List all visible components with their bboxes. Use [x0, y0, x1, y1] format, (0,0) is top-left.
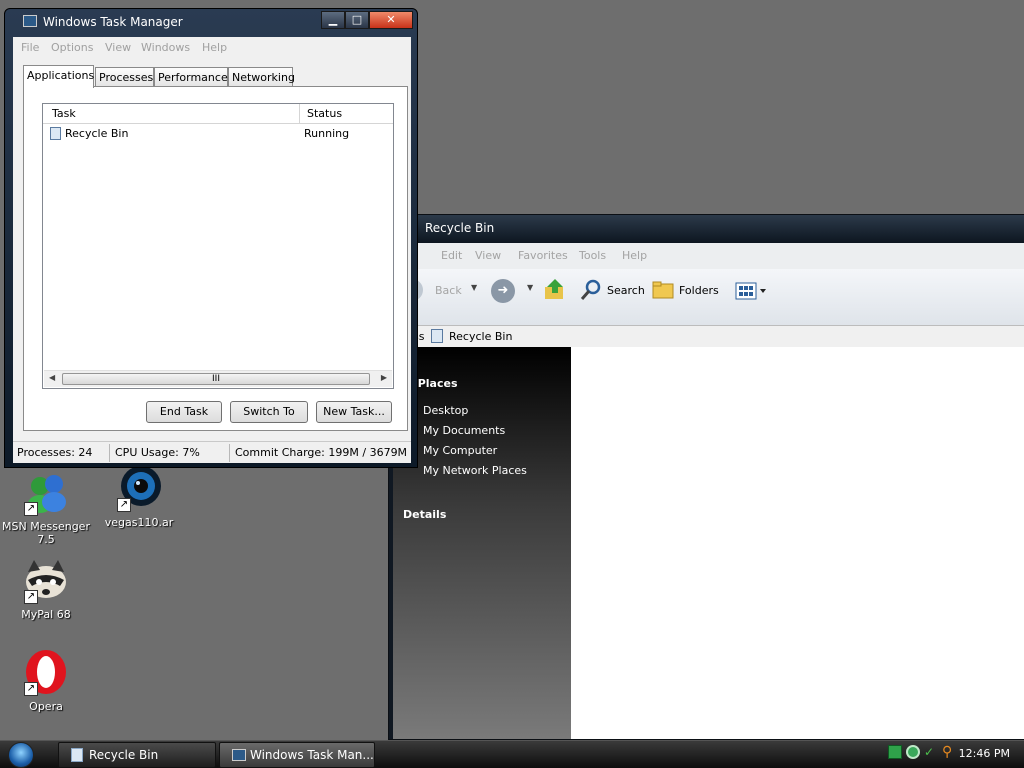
maximize-button[interactable]: □: [345, 11, 369, 29]
column-divider: [299, 104, 300, 124]
opera-icon: ↗: [22, 648, 70, 696]
menu-options[interactable]: Options: [51, 41, 93, 54]
taskbar-button-label: Windows Task Man...: [250, 748, 374, 762]
search-button[interactable]: Search: [579, 278, 645, 302]
tab-networking[interactable]: Networking: [228, 67, 295, 87]
desktop-icon-label: Opera: [29, 700, 63, 713]
desktop-icon-label: vegas110.ar: [104, 516, 174, 529]
menu-help[interactable]: Help: [202, 41, 227, 54]
desktop-icon-mypal[interactable]: ↗ MyPal 68: [1, 556, 91, 621]
forward-dropdown-icon[interactable]: ▼: [527, 283, 533, 292]
new-task-button[interactable]: New Task...: [316, 401, 392, 423]
clock[interactable]: 12:46 PM: [959, 747, 1010, 760]
taskbar: Recycle Bin Windows Task Man... ✓ ⚲ 12:4…: [0, 740, 1024, 768]
link-my-computer[interactable]: My Computer: [423, 444, 497, 457]
desktop-icon-msn[interactable]: ↗ MSN Messenger 7.5: [1, 468, 91, 546]
end-task-button[interactable]: End Task: [146, 401, 222, 423]
views-grid-icon: [735, 282, 766, 300]
link-my-network-places[interactable]: My Network Places: [423, 464, 527, 477]
menu-edit[interactable]: Edit: [441, 249, 462, 262]
tray-search-icon[interactable]: ⚲: [942, 745, 956, 759]
back-dropdown-icon[interactable]: ▼: [471, 283, 477, 292]
menu-tools[interactable]: Tools: [579, 249, 606, 262]
explorer-title: Recycle Bin: [425, 221, 495, 235]
taskbar-button-task-manager[interactable]: Windows Task Man...: [219, 742, 375, 768]
taskbar-button-recycle-bin[interactable]: Recycle Bin: [58, 742, 216, 768]
shortcut-arrow-icon: ↗: [24, 682, 38, 696]
tab-performance[interactable]: Performance: [154, 67, 228, 87]
close-button[interactable]: ✕: [369, 11, 413, 29]
shortcut-arrow-icon: ↗: [24, 502, 38, 516]
task-name: Recycle Bin: [65, 127, 129, 140]
views-button[interactable]: [735, 281, 769, 301]
link-my-documents[interactable]: My Documents: [423, 424, 505, 437]
scrollbar-thumb[interactable]: III: [62, 373, 370, 385]
menu-file[interactable]: File: [21, 41, 39, 54]
up-arrow-folder-icon: [545, 279, 563, 299]
desktop-icon-label: MSN Messenger 7.5: [2, 520, 90, 546]
raccoon-icon: ↗: [22, 556, 70, 604]
taskbar-button-label: Recycle Bin: [89, 748, 159, 762]
task-list[interactable]: Task Status Recycle Bin Running ◀ III ▶: [42, 103, 394, 389]
task-list-header: Task Status: [43, 104, 393, 124]
applications-panel: Task Status Recycle Bin Running ◀ III ▶ …: [23, 86, 408, 431]
horizontal-scrollbar[interactable]: ◀ III ▶: [44, 370, 392, 387]
shortcut-arrow-icon: ↗: [117, 498, 131, 512]
column-status[interactable]: Status: [307, 107, 342, 120]
vegas-camera-icon: ↗: [115, 464, 163, 512]
task-manager-client: File Options View Windows Help Applicati…: [13, 37, 411, 463]
menu-favorites[interactable]: Favorites: [518, 249, 568, 262]
start-button[interactable]: [8, 742, 34, 768]
task-manager-icon: [232, 749, 246, 761]
explorer-toolbar: Back ▼ ➜ ▼ Search Folders: [393, 269, 1024, 325]
shortcut-arrow-icon: ↗: [24, 590, 38, 604]
table-row[interactable]: Recycle Bin Running: [43, 125, 393, 143]
desktop-icon-vegas[interactable]: ↗ vegas110.ar: [94, 464, 184, 529]
tab-processes[interactable]: Processes: [95, 67, 154, 87]
task-status: Running: [304, 127, 350, 140]
status-bar: Processes: 24 CPU Usage: 7% Commit Charg…: [13, 441, 411, 463]
desktop-icon-opera[interactable]: ↗ Opera: [1, 648, 91, 713]
link-desktop[interactable]: Desktop: [423, 404, 468, 417]
explorer-title-bar[interactable]: Recycle Bin: [389, 215, 1024, 243]
explorer-menu-bar: Edit View Favorites Tools Help: [393, 243, 1024, 269]
task-manager-icon: [23, 15, 37, 27]
explorer-window[interactable]: Recycle Bin Edit View Favorites Tools He…: [388, 214, 1024, 740]
details-title[interactable]: Details: [403, 508, 446, 521]
scroll-right-icon[interactable]: ▶: [381, 373, 387, 382]
status-processes: Processes: 24: [17, 446, 93, 459]
address-bar: dress Recycle Bin: [393, 325, 1024, 347]
tray-network-icon[interactable]: [906, 745, 920, 759]
folder-icon: [652, 281, 674, 299]
menu-help[interactable]: Help: [622, 249, 647, 262]
menu-windows[interactable]: Windows: [141, 41, 190, 54]
up-folder-button[interactable]: [543, 277, 567, 301]
desktop-icon-label: MyPal 68: [21, 608, 71, 621]
menu-view[interactable]: View: [105, 41, 131, 54]
address-input[interactable]: Recycle Bin: [449, 330, 512, 343]
folders-button[interactable]: Folders: [651, 278, 719, 302]
column-task[interactable]: Task: [52, 107, 76, 120]
tray-cpu-meter-icon[interactable]: [888, 745, 902, 759]
status-commit: Commit Charge: 199M / 3679M: [235, 446, 408, 459]
task-manager-title: Windows Task Manager: [43, 15, 183, 29]
minimize-button[interactable]: ▁: [321, 11, 345, 29]
status-divider: [229, 444, 230, 462]
file-list-area[interactable]: [571, 347, 1024, 739]
scroll-left-icon[interactable]: ◀: [49, 373, 55, 382]
tray-connection-icon[interactable]: ✓: [924, 745, 938, 759]
msn-messenger-icon: ↗: [22, 468, 70, 516]
status-cpu: CPU Usage: 7%: [115, 446, 200, 459]
forward-button[interactable]: ➜: [491, 279, 515, 303]
recycle-bin-icon: [431, 329, 443, 343]
menu-view[interactable]: View: [475, 249, 501, 262]
recycle-bin-icon: [71, 748, 83, 762]
recycle-bin-icon: [50, 127, 61, 140]
task-manager-window[interactable]: Windows Task Manager ▁ □ ✕ File Options …: [4, 8, 418, 468]
switch-to-button[interactable]: Switch To: [230, 401, 308, 423]
task-pane: er Places Desktop My Documents My Comput…: [393, 347, 571, 739]
status-divider: [109, 444, 110, 462]
tab-applications[interactable]: Applications: [23, 65, 94, 88]
search-icon: [580, 279, 601, 300]
